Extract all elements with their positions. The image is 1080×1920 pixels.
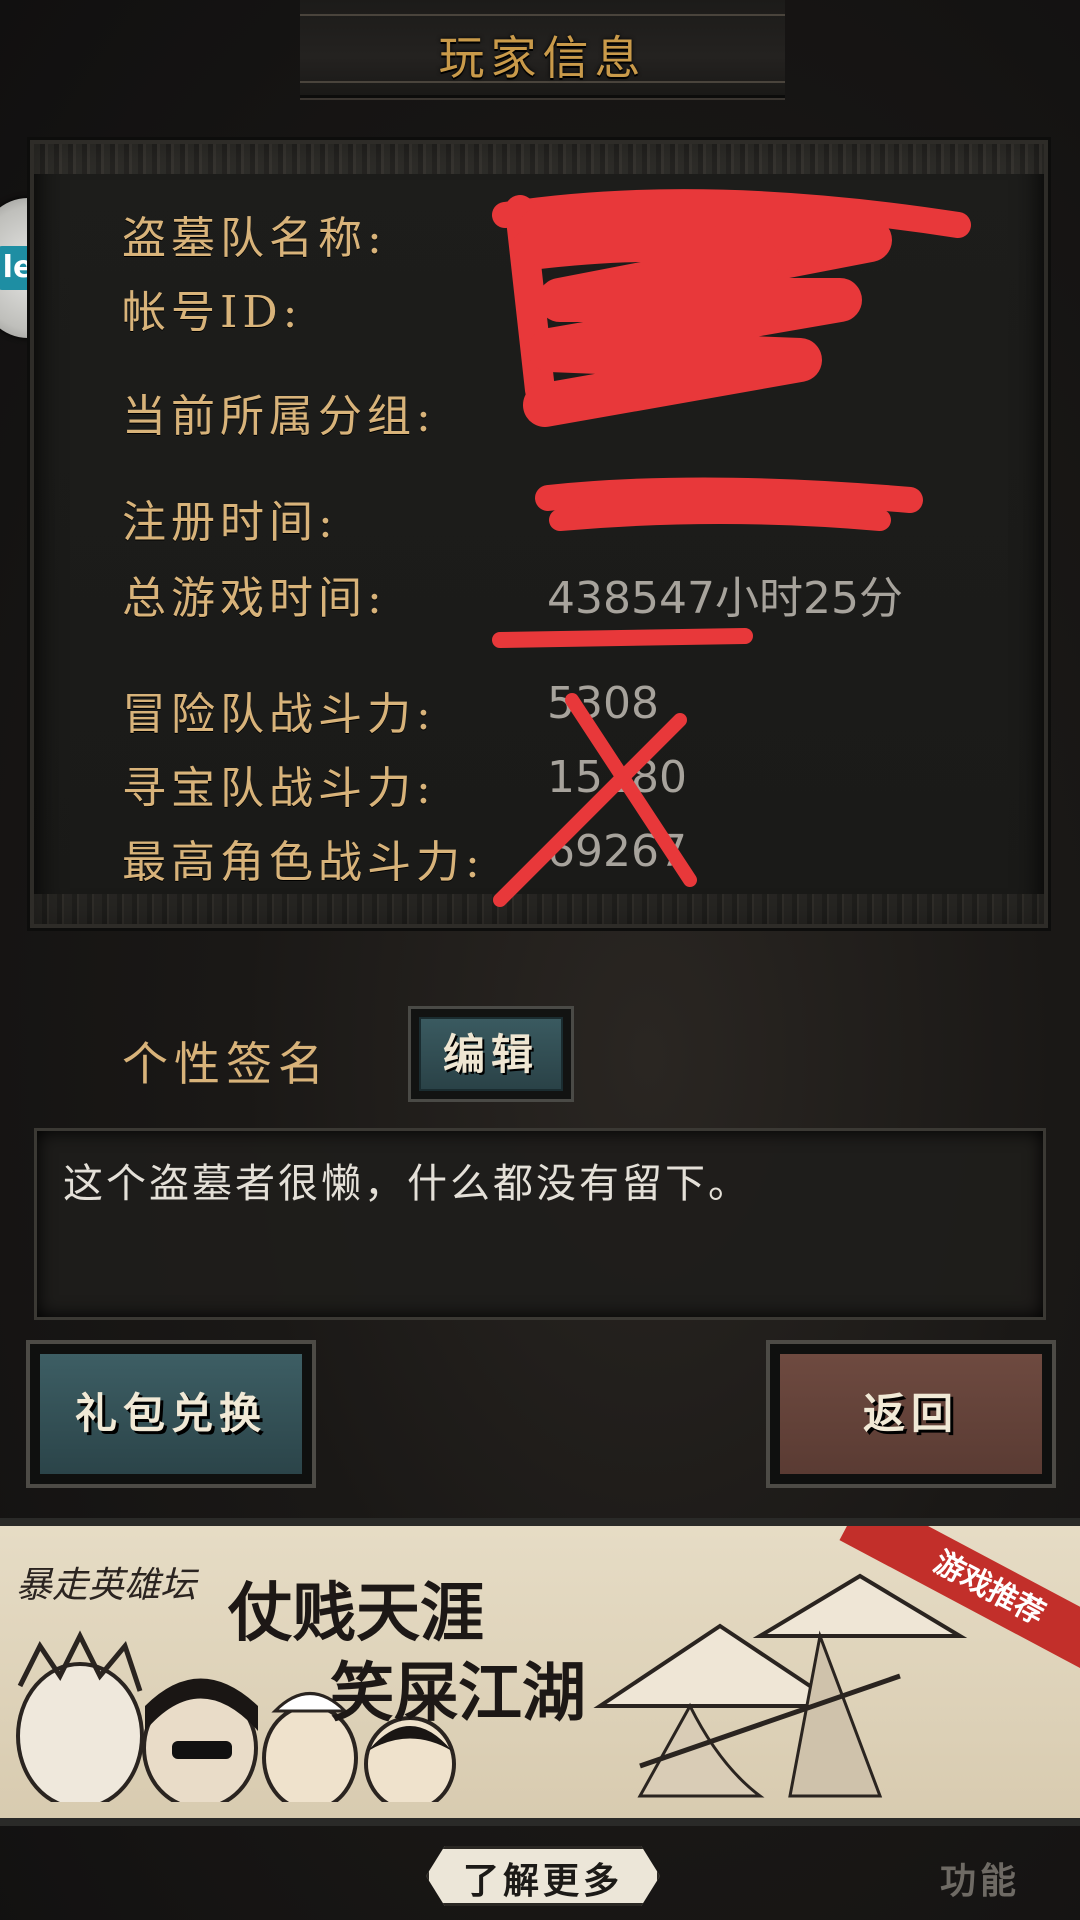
- edit-signature-label: 编辑: [419, 1017, 563, 1091]
- banner-slogan-line2: 笑屎江湖: [330, 1656, 586, 1731]
- gift-redeem-label: 礼包兑换: [40, 1354, 302, 1474]
- title-top-rule: [300, 14, 785, 16]
- label-top-character-power: 最高角色战斗力:: [122, 837, 485, 888]
- signature-box: 这个盗墓者很懒，什么都没有留下。: [34, 1128, 1046, 1320]
- value-top-character-power: 69267: [547, 826, 687, 877]
- label-treasure-power: 寻宝队战斗力:: [122, 763, 436, 814]
- value-total-play-time: 438547小时25分: [547, 573, 903, 624]
- label-total-play-time: 总游戏时间:: [122, 573, 387, 624]
- value-treasure-power: 15180: [547, 752, 687, 803]
- label-adventure-power: 冒险队战斗力:: [122, 689, 436, 740]
- panel-torn-edge-bottom: [34, 894, 1044, 924]
- banner-slogan-line1: 仗贱天涯: [228, 1576, 484, 1651]
- title-bar: 玩家信息: [300, 0, 785, 98]
- game-recommend-banner[interactable]: 暴走英雄坛 仗贱天涯 笑屎江湖 游戏推荐: [0, 1518, 1080, 1826]
- label-group: 当前所属分组:: [122, 391, 436, 442]
- page-title: 玩家信息: [438, 31, 647, 85]
- label-account-id: 帐号ID:: [122, 287, 303, 338]
- game-screen: 玩家信息 le 盗墓队名称: 帐号ID: 当前所属分组: 注册时间: 总游戏时间…: [0, 0, 1080, 1920]
- learn-more-label: 了解更多: [462, 1860, 623, 1902]
- learn-more-button[interactable]: 了解更多: [426, 1846, 660, 1906]
- back-button[interactable]: 返回: [766, 1340, 1056, 1488]
- gift-redeem-button[interactable]: 礼包兑换: [26, 1340, 316, 1488]
- label-register-time: 注册时间:: [122, 497, 338, 548]
- signature-text: 这个盗墓者很懒，什么都没有留下。: [63, 1161, 751, 1207]
- panel-torn-edge-top: [34, 144, 1044, 174]
- banner-forum-name: 暴走英雄坛: [16, 1565, 197, 1606]
- straw-hat-swordsmen-art: [593, 1573, 968, 1798]
- value-adventure-power: 5308: [547, 678, 659, 729]
- signature-label: 个性签名: [122, 1037, 330, 1091]
- function-menu-button[interactable]: 功能: [940, 1852, 1020, 1904]
- back-label: 返回: [780, 1354, 1042, 1474]
- edit-signature-button[interactable]: 编辑: [408, 1006, 574, 1102]
- label-team-name: 盗墓队名称:: [122, 213, 387, 264]
